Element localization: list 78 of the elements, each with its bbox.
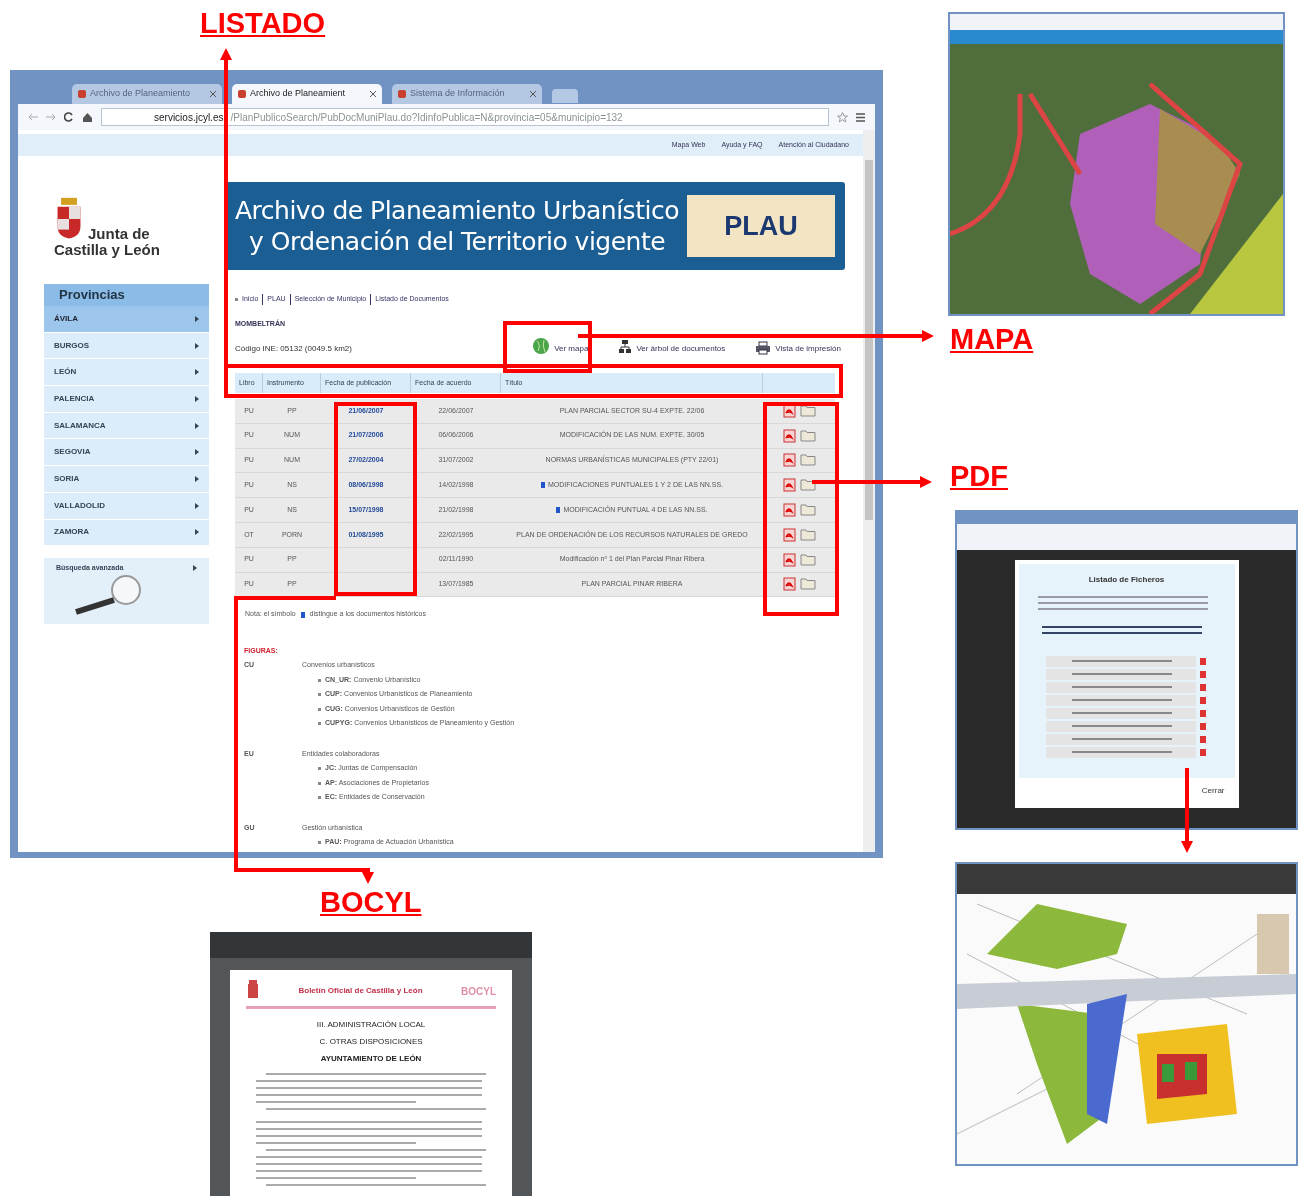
chevron-icon (195, 449, 199, 456)
chevron-icon (195, 422, 199, 429)
bullet-icon (318, 707, 321, 711)
folder-icon[interactable] (799, 552, 816, 566)
folder-icon[interactable] (799, 527, 816, 541)
pdf-icon[interactable] (782, 428, 797, 443)
home-icon[interactable] (82, 111, 93, 123)
bullet-icon (318, 781, 321, 785)
bullet-icon (318, 841, 321, 845)
folder-icon[interactable] (799, 403, 816, 417)
close-button[interactable]: Cerrar (1201, 785, 1225, 797)
scrollbar-thumb[interactable] (865, 160, 873, 520)
chevron-icon (195, 475, 199, 482)
section-subheading: C. OTRAS DISPOSICIONES (319, 1036, 423, 1048)
callout-label: LISTADO (200, 6, 326, 40)
ine-code: Código INE: 05132 (0049.5 km2) (235, 343, 352, 355)
reload-icon[interactable] (64, 112, 74, 122)
pdf-icon[interactable] (782, 503, 797, 518)
folder-icon[interactable] (799, 577, 816, 591)
printer-icon (755, 341, 772, 355)
site-favicon (398, 90, 406, 98)
historic-marker-icon (556, 507, 561, 514)
pdf-icon[interactable] (782, 478, 797, 493)
banner-title: Archivo de Planeamiento Urbanístico (235, 195, 679, 226)
issuer-heading: AYUNTAMIENTO DE LEÓN (320, 1053, 422, 1065)
bulletin-logo: BOCYL (461, 984, 496, 999)
chevron-icon (195, 315, 199, 322)
bullet-icon (318, 796, 321, 800)
menu-icon[interactable] (856, 112, 865, 122)
pdf-icon[interactable] (782, 403, 797, 418)
close-icon[interactable] (210, 91, 216, 97)
brand-name: Junta de (88, 226, 150, 242)
dialog-title: Listado de Ficheros (1088, 574, 1165, 586)
folder-icon[interactable] (799, 478, 816, 492)
chevron-icon (195, 369, 199, 376)
close-icon[interactable] (530, 91, 536, 97)
browser-tab[interactable]: Archivo de Planeamiento (72, 84, 222, 104)
callout-label: BOCYL (320, 885, 422, 919)
action-link[interactable]: Ver mapa (532, 337, 589, 355)
chevron-icon (195, 395, 199, 402)
bullet-icon (318, 767, 321, 771)
plau-logo: PLAU (687, 195, 835, 257)
browser-tab[interactable]: Archivo de Planeamient (232, 84, 382, 104)
pdf-icon[interactable] (782, 453, 797, 468)
action-link[interactable]: Vista de impresión (755, 341, 841, 355)
bullet-icon (235, 297, 238, 301)
section-heading: III. ADMINISTRACIÓN LOCAL (316, 1019, 426, 1031)
browser-tab[interactable]: Sistema de Información (392, 84, 542, 104)
folder-icon[interactable] (799, 428, 816, 442)
bullet-icon (318, 678, 321, 682)
star-icon[interactable] (837, 111, 848, 123)
action-link[interactable]: Ver árbol de documentos (618, 339, 726, 355)
bulletin-title: Boletín Oficial de Castilla y León (298, 985, 423, 997)
globe-icon (532, 337, 551, 355)
folder-icon[interactable] (799, 453, 816, 467)
pdf-icon[interactable] (782, 552, 797, 567)
banner-subtitle: y Ordenación del Territorio vigente (248, 226, 667, 257)
chevron-icon (195, 529, 199, 536)
close-icon[interactable] (370, 91, 376, 97)
sidebar-item[interactable]: ÁVILA (44, 306, 209, 333)
folder-icon[interactable] (799, 503, 816, 517)
callout-label: PDF (950, 459, 1008, 493)
site-favicon (238, 90, 246, 98)
address-field[interactable]: servicios.jcyl.es /PlanPublicoSearch/PubDocMuniPlau.do?IdinfoPublica=N&provincia=05&municipio=132 (101, 108, 829, 126)
sitemap-icon (618, 339, 633, 355)
callout-label: MAPA (950, 322, 1034, 356)
chevron-icon (195, 502, 199, 509)
chevron-icon (195, 342, 199, 349)
historic-marker-icon (540, 482, 545, 489)
sidebar-heading: Provincias (44, 284, 209, 306)
brand-name: Castilla y León (54, 242, 161, 258)
bullet-icon (318, 722, 321, 726)
historic-marker-icon (300, 611, 305, 618)
chevron-icon (193, 565, 197, 572)
pdf-icon[interactable] (782, 527, 797, 542)
bullet-icon (318, 693, 321, 697)
site-favicon (78, 90, 86, 98)
pdf-icon[interactable] (782, 577, 797, 592)
